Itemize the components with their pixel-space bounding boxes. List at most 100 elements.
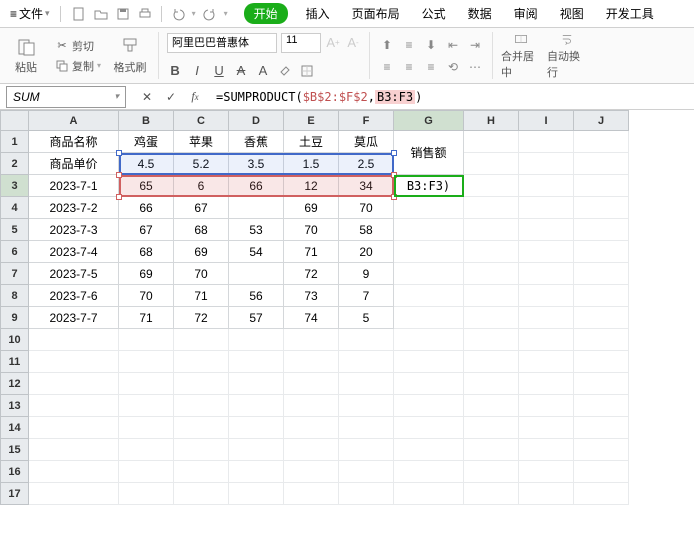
cell[interactable]: 70 [284, 219, 339, 241]
cell[interactable] [464, 197, 519, 219]
col-header[interactable]: G [394, 111, 464, 131]
cell[interactable] [519, 461, 574, 483]
cell[interactable] [464, 219, 519, 241]
indent-inc-icon[interactable]: ⇥ [466, 36, 484, 54]
cell[interactable] [574, 285, 629, 307]
cell[interactable]: 69 [119, 263, 174, 285]
cell[interactable] [339, 483, 394, 505]
row-header[interactable]: 16 [1, 461, 29, 483]
align-left-icon[interactable]: ≡ [378, 58, 396, 76]
cell[interactable] [29, 373, 119, 395]
merge-button[interactable]: 合并居中 [501, 32, 541, 80]
row-header[interactable]: 13 [1, 395, 29, 417]
cell[interactable] [464, 263, 519, 285]
align-bot-icon[interactable]: ⬇ [422, 36, 440, 54]
cell[interactable] [394, 395, 464, 417]
row-header[interactable]: 5 [1, 219, 29, 241]
cell[interactable]: 2023-7-4 [29, 241, 119, 263]
col-header[interactable]: F [339, 111, 394, 131]
cell[interactable] [574, 175, 629, 197]
cell[interactable]: 71 [284, 241, 339, 263]
cell[interactable]: 7 [339, 285, 394, 307]
font-color-icon[interactable]: A [255, 63, 271, 79]
cell[interactable] [464, 175, 519, 197]
cell[interactable] [519, 417, 574, 439]
bold-icon[interactable]: B [167, 63, 183, 79]
cell[interactable]: 土豆 [284, 131, 339, 153]
spreadsheet-grid[interactable]: A B C D E F G H I J 1商品名称鸡蛋苹果香蕉土豆莫瓜销售额2商… [0, 110, 694, 548]
cell[interactable]: 6 [174, 175, 229, 197]
fx-icon[interactable]: fx [186, 88, 204, 106]
cell[interactable] [394, 197, 464, 219]
cell[interactable] [519, 131, 574, 153]
cell[interactable] [229, 373, 284, 395]
decrease-font-icon[interactable]: A- [345, 35, 361, 51]
cell[interactable]: 12 [284, 175, 339, 197]
cell[interactable]: 66 [119, 197, 174, 219]
cell[interactable] [464, 395, 519, 417]
cell[interactable]: 74 [284, 307, 339, 329]
cell[interactable] [394, 285, 464, 307]
cell[interactable]: B3:F3) [394, 175, 464, 197]
cell[interactable] [519, 395, 574, 417]
print-icon[interactable] [137, 6, 153, 22]
row-header[interactable]: 1 [1, 131, 29, 153]
row-header[interactable]: 15 [1, 439, 29, 461]
cell[interactable] [229, 417, 284, 439]
cell[interactable] [339, 461, 394, 483]
cell[interactable] [29, 351, 119, 373]
cell[interactable]: 莫瓜 [339, 131, 394, 153]
row-header[interactable]: 3 [1, 175, 29, 197]
cell[interactable] [519, 197, 574, 219]
increase-font-icon[interactable]: A+ [325, 35, 341, 51]
cell[interactable] [284, 483, 339, 505]
cell[interactable] [174, 395, 229, 417]
cell[interactable]: 商品单价 [29, 153, 119, 175]
cell[interactable] [29, 329, 119, 351]
cell[interactable]: 2023-7-5 [29, 263, 119, 285]
tab-data[interactable]: 数据 [464, 3, 496, 24]
tab-dev[interactable]: 开发工具 [602, 3, 658, 24]
row-header[interactable]: 11 [1, 351, 29, 373]
cell[interactable] [394, 307, 464, 329]
align-top-icon[interactable]: ⬆ [378, 36, 396, 54]
cell[interactable]: 鸡蛋 [119, 131, 174, 153]
cell[interactable] [119, 417, 174, 439]
indent-dec-icon[interactable]: ⇤ [444, 36, 462, 54]
cell[interactable]: 香蕉 [229, 131, 284, 153]
chevron-down-icon[interactable]: ▾ [192, 9, 196, 18]
cell[interactable]: 73 [284, 285, 339, 307]
cell[interactable] [574, 329, 629, 351]
cell[interactable]: 2023-7-1 [29, 175, 119, 197]
row-header[interactable]: 6 [1, 241, 29, 263]
cell[interactable]: 57 [229, 307, 284, 329]
tab-layout[interactable]: 页面布局 [348, 3, 404, 24]
cell[interactable] [174, 417, 229, 439]
cell[interactable]: 70 [174, 263, 229, 285]
align-mid-icon[interactable]: ≡ [400, 36, 418, 54]
cell[interactable] [464, 417, 519, 439]
row-header[interactable]: 12 [1, 373, 29, 395]
cell[interactable]: 71 [174, 285, 229, 307]
cell[interactable]: 苹果 [174, 131, 229, 153]
formula-input[interactable]: =SUMPRODUCT($B$2:$F$2,B3:F3) [210, 86, 694, 108]
cell[interactable]: 71 [119, 307, 174, 329]
cell[interactable] [29, 483, 119, 505]
cell[interactable]: 70 [339, 197, 394, 219]
fill-color-icon[interactable] [277, 63, 293, 79]
col-header[interactable]: D [229, 111, 284, 131]
col-header[interactable]: C [174, 111, 229, 131]
cell[interactable]: 56 [229, 285, 284, 307]
align-center-icon[interactable]: ≡ [400, 58, 418, 76]
cell[interactable]: 5 [339, 307, 394, 329]
cell[interactable] [519, 241, 574, 263]
cell[interactable] [574, 307, 629, 329]
cell[interactable] [464, 439, 519, 461]
cell[interactable] [174, 329, 229, 351]
tab-insert[interactable]: 插入 [302, 3, 334, 24]
underline-icon[interactable]: U [211, 63, 227, 79]
cell[interactable] [519, 285, 574, 307]
cell[interactable] [284, 439, 339, 461]
cancel-icon[interactable]: ✕ [138, 88, 156, 106]
cell[interactable]: 20 [339, 241, 394, 263]
